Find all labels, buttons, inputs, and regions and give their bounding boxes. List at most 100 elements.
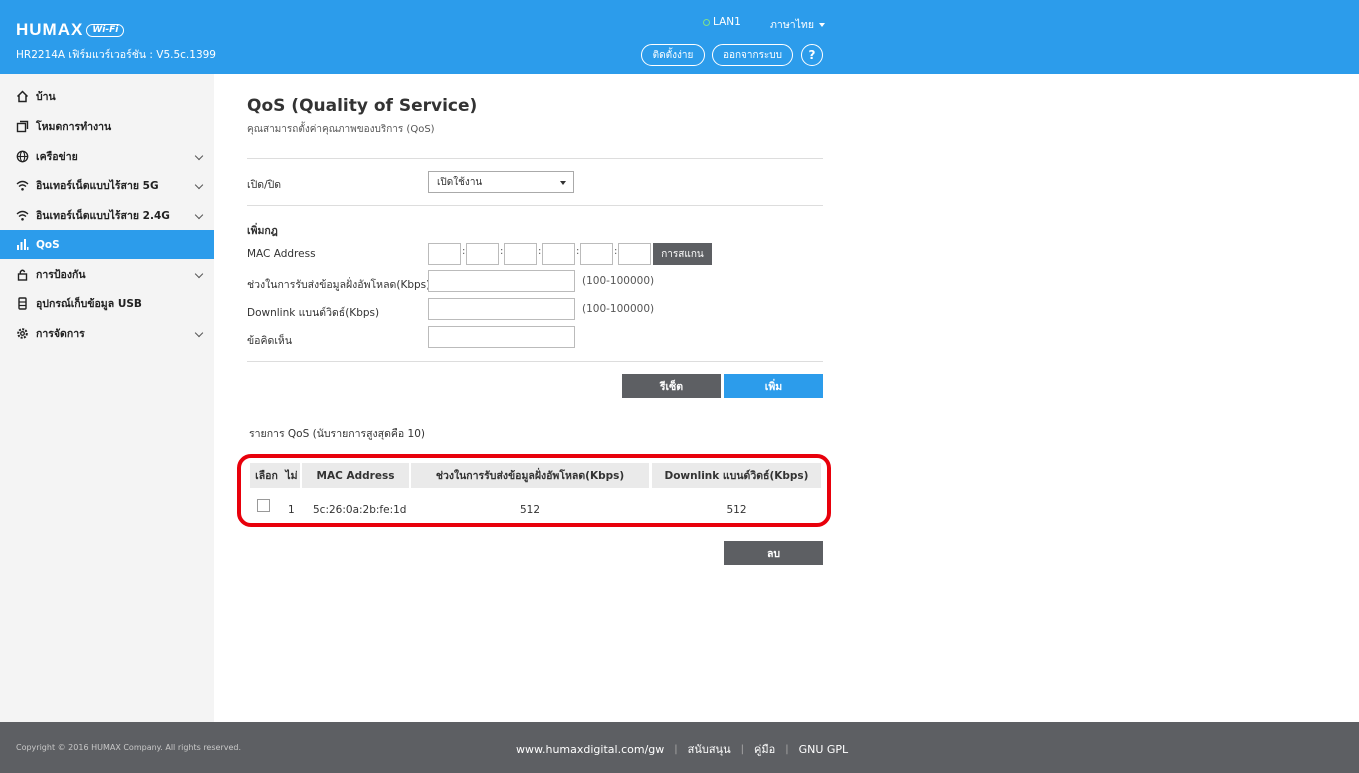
sidebar-item-management[interactable]: การจัดการ [0,319,214,348]
copyright: Copyright © 2016 HUMAX Company. All righ… [16,743,242,752]
lan-status: LAN1 [703,16,741,28]
header-select: เลือก [250,463,283,488]
page-title: QoS (Quality of Service) [247,96,478,116]
bar-chart-icon [15,238,29,252]
chevron-down-icon [560,181,566,185]
help-icon[interactable]: ? [801,44,823,66]
sidebar-item-qos[interactable]: QoS [0,230,214,259]
manual-link[interactable]: คู่มือ [754,740,775,758]
chevron-down-icon [194,180,204,190]
lock-icon [15,268,29,282]
footer-divider: | [674,743,678,755]
downlink-label: Downlink แบนด์วิดธ์(Kbps) [247,307,380,319]
easy-setup-button[interactable]: ติดตั้งง่าย [641,44,705,66]
row-number: 1 [288,504,295,516]
uplink-label: ช่วงในการรับส่งข้อมูลฝั่งอัพโหลด(Kbps) [247,279,431,291]
reset-button[interactable]: รีเซ็ต [622,374,721,398]
footer: Copyright © 2016 HUMAX Company. All righ… [0,722,1359,773]
enable-label: เปิด/ปิด [247,179,282,191]
sidebar-item-security[interactable]: การป้องกัน [0,260,214,289]
home-icon [15,90,29,104]
wifi-badge: Wi-Fi [86,23,125,37]
globe-icon [15,150,29,164]
mac-octet-input-3[interactable] [504,243,537,265]
row-downlink: 512 [726,504,747,516]
scan-button[interactable]: การสแกน [653,243,712,265]
sidebar-item-wireless-24g[interactable]: อินเทอร์เน็ตแบบไร้สาย 2.4G [0,201,214,230]
support-link[interactable]: สนับสนุน [688,740,731,758]
header-mac-address: MAC Address [302,463,409,488]
wifi-icon [15,209,29,223]
qos-list-title: รายการ QoS (นับรายการสูงสุดคือ 10) [249,428,426,440]
usb-storage-icon [15,297,29,311]
sidebar-item-label: การป้องกัน [36,269,86,281]
sidebar-item-label: โหมดการทำงาน [36,121,112,133]
divider [247,205,823,206]
sidebar-item-usb-storage[interactable]: อุปกรณ์เก็บข้อมูล USB [0,289,214,318]
sidebar-item-home[interactable]: บ้าน [0,82,214,111]
downlink-range-hint: (100-100000) [582,303,655,315]
uplink-input[interactable] [428,270,575,292]
sidebar-item-label: การจัดการ [36,328,85,340]
top-header: HUMAX Wi-Fi HR2214A เฟิร์มแวร์เวอร์ชัน :… [0,0,1359,74]
mac-separator: : [462,246,466,257]
footer-links: www.humaxdigital.com/gw | สนับสนุน | คู่… [516,740,848,758]
divider [247,361,823,362]
downlink-input[interactable] [428,298,575,320]
mac-octet-input-5[interactable] [580,243,613,265]
mode-icon [15,120,29,134]
language-selector[interactable]: ภาษาไทย [770,16,825,33]
mac-separator: : [614,246,618,257]
gear-icon [15,327,29,341]
chevron-down-icon [194,269,204,279]
qos-enable-select[interactable]: เปิดใช้งาน [428,171,574,193]
footer-divider: | [740,743,744,755]
logout-button[interactable]: ออกจากระบบ [712,44,793,66]
gpl-link[interactable]: GNU GPL [799,743,849,756]
sidebar-item-network[interactable]: เครือข่าย [0,142,214,171]
divider [247,158,823,159]
website-link[interactable]: www.humaxdigital.com/gw [516,743,664,756]
delete-button[interactable]: ลบ [724,541,823,565]
mac-octet-input-6[interactable] [618,243,651,265]
chevron-down-icon [194,328,204,338]
lan-status-icon [703,18,710,26]
sidebar-item-label: QoS [36,238,60,251]
row-select-checkbox[interactable] [257,499,270,512]
sidebar-item-wireless-5g[interactable]: อินเทอร์เน็ตแบบไร้สาย 5G [0,171,214,200]
wifi-icon [15,179,29,193]
mac-separator: : [576,246,580,257]
chevron-down-icon [194,151,204,161]
footer-divider: | [785,743,789,755]
mac-separator: : [500,246,504,257]
add-button[interactable]: เพิ่ม [724,374,823,398]
header-downlink: Downlink แบนด์วิดธ์(Kbps) [652,463,821,488]
language-label: ภาษาไทย [770,19,814,31]
mac-separator: : [538,246,542,257]
header-uplink: ช่วงในการรับส่งข้อมูลฝั่งอัพโหลด(Kbps) [411,463,649,488]
sidebar: บ้าน โหมดการทำงาน เครือข่าย อินเทอร์เน็ต… [0,74,214,722]
comment-input[interactable] [428,326,575,348]
brand-name: HUMAX [16,20,84,39]
mac-octet-input-2[interactable] [466,243,499,265]
humax-logo: HUMAX Wi-Fi [16,20,125,40]
chevron-down-icon [194,210,204,220]
page-subtitle: คุณสามารถตั้งค่าคุณภาพของบริการ (QoS) [247,124,435,135]
row-uplink: 512 [519,504,541,516]
sidebar-item-label: อินเทอร์เน็ตแบบไร้สาย 5G [36,180,159,192]
comment-label: ข้อคิดเห็น [247,335,293,347]
sidebar-item-label: บ้าน [36,91,56,103]
header-number: ไม่ [283,463,300,488]
qos-enable-value: เปิดใช้งาน [437,176,483,188]
mac-octet-input-4[interactable] [542,243,575,265]
sidebar-item-operation-mode[interactable]: โหมดการทำงาน [0,112,214,141]
sidebar-item-label: อุปกรณ์เก็บข้อมูล USB [36,298,142,310]
sidebar-item-label: เครือข่าย [36,151,78,163]
add-rule-heading: เพิ่มกฎ [247,225,278,237]
sidebar-item-label: อินเทอร์เน็ตแบบไร้สาย 2.4G [36,210,170,222]
row-mac-address: 5c:26:0a:2b:fe:1d [313,504,407,516]
firmware-version: HR2214A เฟิร์มแวร์เวอร์ชัน : V5.5c.1399 [16,49,216,61]
mac-octet-input-1[interactable] [428,243,461,265]
mac-address-label: MAC Address [247,248,316,260]
chevron-down-icon [819,22,825,27]
